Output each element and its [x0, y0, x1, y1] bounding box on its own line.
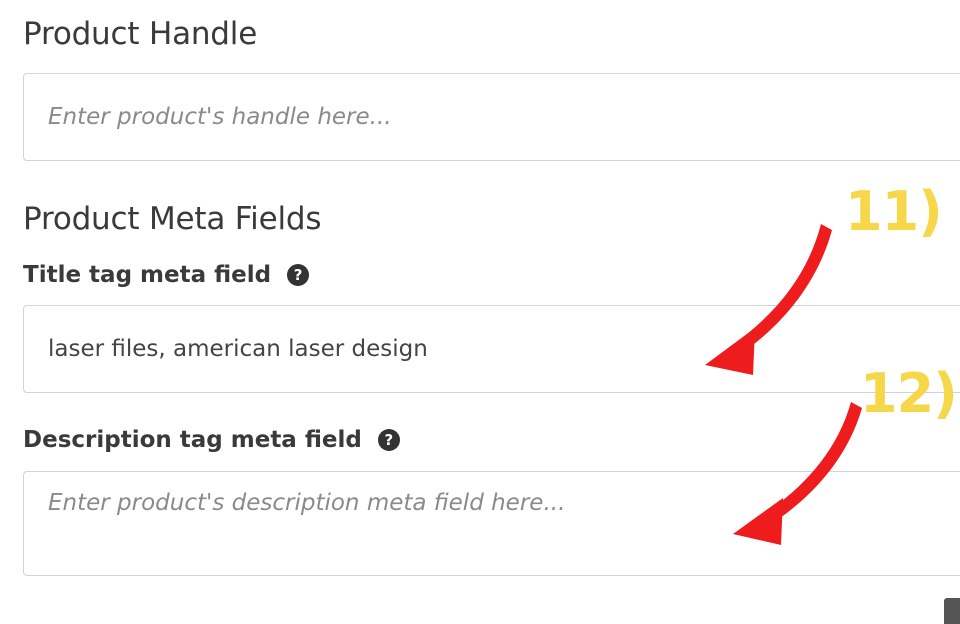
description-tag-label-row: Description tag meta field ? [23, 427, 400, 453]
description-tag-label: Description tag meta field [23, 427, 362, 453]
annotation-12-label: 12) [860, 362, 958, 425]
curved-arrow-icon [705, 224, 832, 375]
arrow-11-head [705, 328, 755, 375]
product-meta-fields-heading: Product Meta Fields [23, 201, 322, 237]
arrow-12-head [733, 498, 783, 545]
product-handle-heading: Product Handle [23, 16, 258, 52]
curved-arrow-icon [733, 402, 862, 545]
question-circle-icon[interactable]: ? [377, 429, 400, 451]
product-handle-input[interactable] [23, 73, 960, 161]
title-tag-label: Title tag meta field [23, 262, 272, 288]
product-form: Product Handle Product Meta Fields Title… [0, 0, 960, 624]
question-circle-icon[interactable]: ? [287, 264, 310, 286]
partial-button[interactable] [944, 598, 960, 624]
title-tag-label-row: Title tag meta field ? [23, 262, 310, 288]
annotation-11-label: 11) [845, 180, 943, 243]
